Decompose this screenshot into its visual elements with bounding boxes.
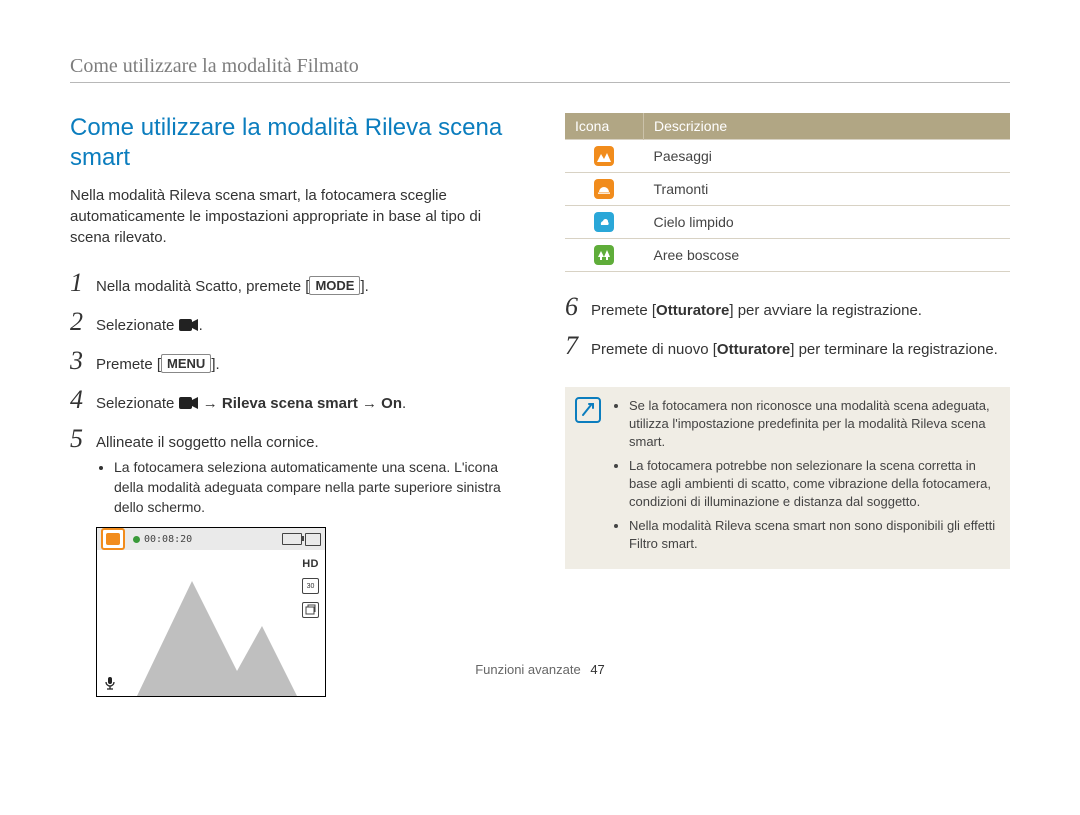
right-column: Icona Descrizione Paesaggi Tramonti [565,113,1010,697]
step-number: 2 [70,309,96,338]
note-item: La fotocamera potrebbe non selezionare l… [629,457,996,511]
step-1: 1 Nella modalità Scatto, premete [MODE]. [70,270,515,299]
step-sub: La fotocamera seleziona automaticamente … [114,457,515,517]
step-text: Nella modalità Scatto, premete [ [96,278,309,295]
page-footer: Funzioni avanzate 47 [0,662,1080,677]
note-box: Se la fotocamera non riconosce una modal… [565,387,1010,569]
page-title: Come utilizzare la modalità Rileva scena… [70,113,515,173]
note-item: Se la fotocamera non riconosce una modal… [629,397,996,451]
table-cell: Tramonti [644,173,1011,206]
step-bold: → Rileva scena smart → On [199,395,402,412]
clear-sky-icon [594,212,614,232]
step-6: 6 Premete [Otturatore] per avviare la re… [565,294,1010,323]
microphone-icon [103,676,117,690]
step-text: Premete di nuovo [ [591,341,717,358]
step-number: 4 [70,387,96,416]
forest-icon [594,245,614,265]
step-4: 4 Selezionate → Rileva scena smart → On. [70,387,515,416]
step-number: 7 [565,333,591,362]
manual-page: Come utilizzare la modalità Filmato Come… [0,0,1080,697]
step-text: Selezionate [96,395,179,412]
step-number: 3 [70,348,96,377]
fps-indicator-icon: 30 [302,578,319,594]
table-header-icon: Icona [565,113,644,140]
step-bold: Otturatore [656,302,729,319]
menu-button-label: MENU [161,354,211,373]
step-number: 1 [70,270,96,299]
table-header-desc: Descrizione [644,113,1011,140]
page-number: 47 [590,662,604,677]
step-number: 6 [565,294,591,323]
step-text: Premete [ [96,356,161,373]
table-cell: Cielo limpido [644,206,1011,239]
stabilizer-icon [302,602,319,618]
movie-icon [179,396,199,410]
scene-icon-table: Icona Descrizione Paesaggi Tramonti [565,113,1010,272]
table-cell: Paesaggi [644,140,1011,173]
step-number: 5 [70,426,96,517]
note-icon [575,397,601,423]
step-7: 7 Premete di nuovo [Otturatore] per term… [565,333,1010,362]
table-row: Aree boscose [565,239,1010,272]
intro-paragraph: Nella modalità Rileva scena smart, la fo… [70,185,515,248]
step-bold: Otturatore [717,341,790,358]
step-5: 5 Allineate il soggetto nella cornice. L… [70,426,515,517]
table-row: Paesaggi [565,140,1010,173]
mode-button-label: MODE [309,276,360,295]
record-indicator-icon [133,536,140,543]
movie-icon [179,318,199,332]
step-text: Selezionate [96,317,179,334]
step-3: 3 Premete [MENU]. [70,348,515,377]
scene-mode-icon [101,528,125,550]
record-time: 00:08:20 [144,534,192,545]
storage-icon [305,533,321,546]
table-row: Cielo limpido [565,206,1010,239]
section-header: Come utilizzare la modalità Filmato [70,55,1010,83]
table-cell: Aree boscose [644,239,1011,272]
note-item: Nella modalità Rileva scena smart non so… [629,517,996,553]
hd-indicator: HD [302,558,319,570]
step-2: 2 Selezionate . [70,309,515,338]
battery-icon [282,533,302,545]
table-row: Tramonti [565,173,1010,206]
left-column: Come utilizzare la modalità Rileva scena… [70,113,515,697]
landscape-icon [594,146,614,166]
step-text: Allineate il soggetto nella cornice. [96,434,319,451]
sunset-icon [594,179,614,199]
footer-label: Funzioni avanzate [475,662,581,677]
step-text: Premete [ [591,302,656,319]
